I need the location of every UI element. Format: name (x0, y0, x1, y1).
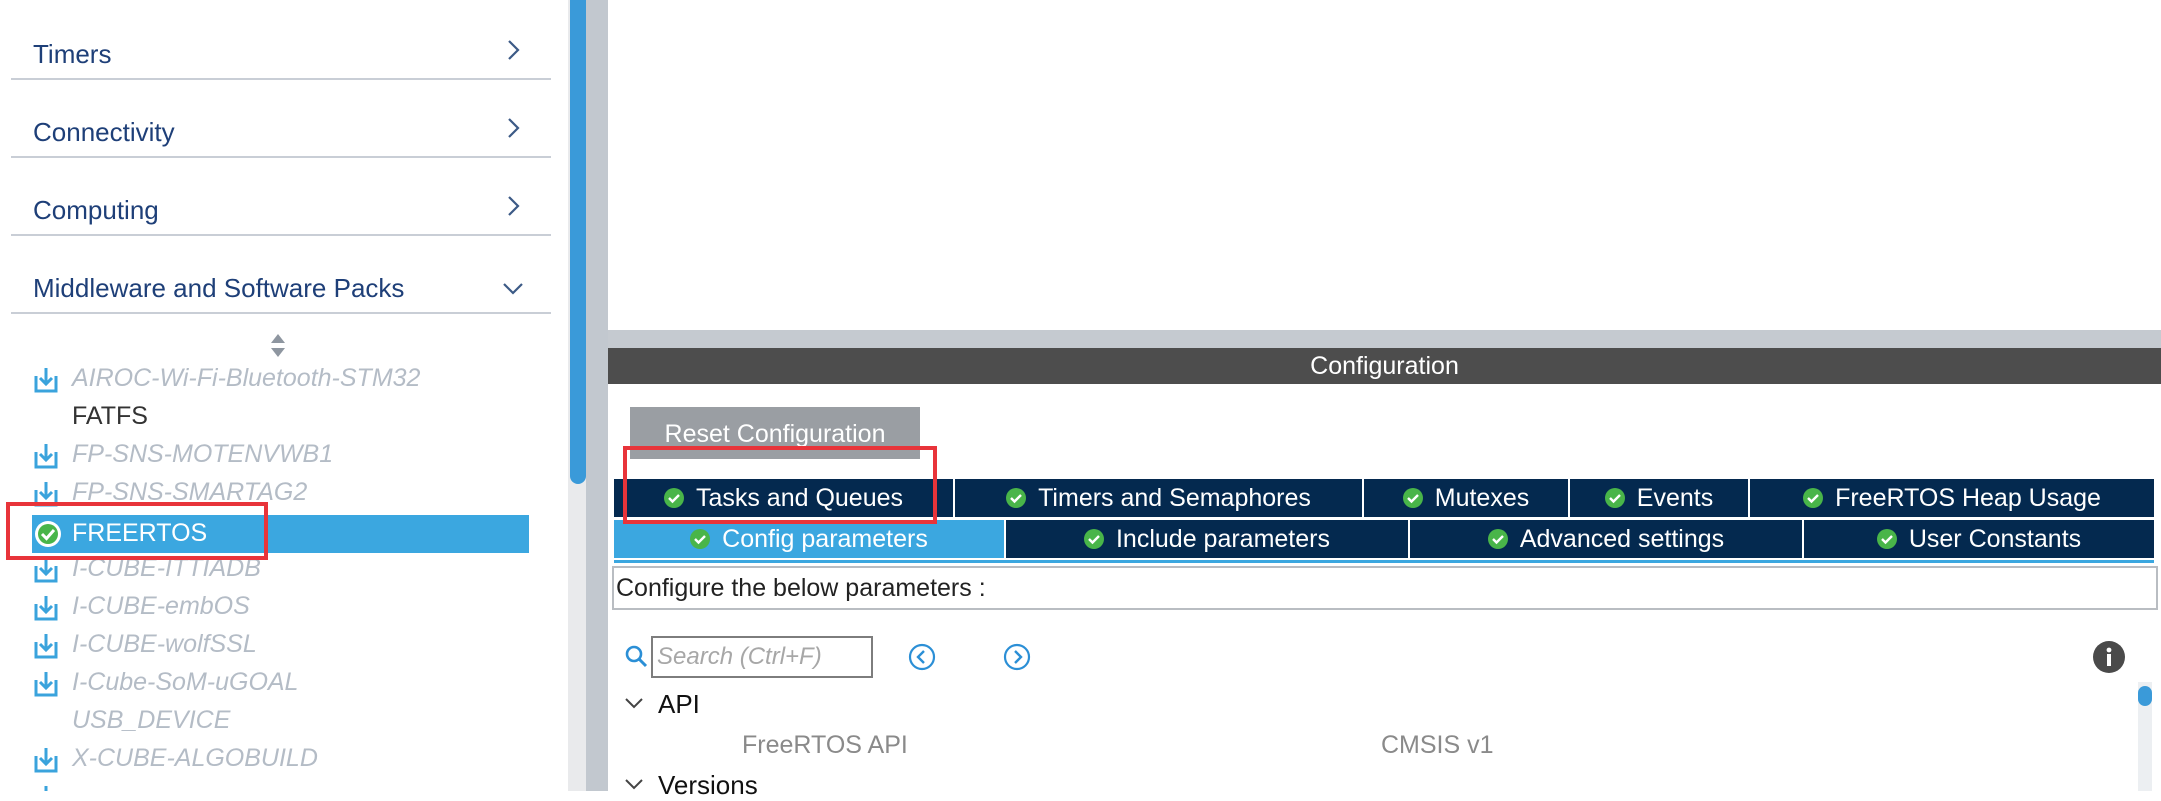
sidebar-scrollbar-thumb[interactable] (570, 0, 586, 484)
download-icon (33, 746, 59, 774)
download-icon (33, 670, 59, 698)
download-icon (33, 594, 59, 622)
next-match-icon[interactable] (1003, 643, 1031, 671)
package-item[interactable]: FP-SNS-MOTENVWB1 (0, 436, 570, 474)
category-computing[interactable]: Computing (11, 156, 551, 236)
tab-label: Config parameters (722, 525, 928, 553)
previous-match-icon[interactable] (908, 643, 936, 671)
package-item[interactable]: USB_DEVICE (0, 702, 570, 740)
chevron-right-icon (501, 38, 525, 62)
mode-canvas (608, 0, 2161, 330)
tab-underline (614, 560, 2154, 563)
search-icon[interactable] (624, 644, 648, 668)
group-label: API (658, 689, 700, 719)
package-item[interactable]: X-CUBE-ALGOBUILD (0, 740, 570, 778)
tab-user-constants[interactable]: User Constants (1804, 520, 2154, 558)
package-label: FP-SNS-MOTENVWB1 (72, 440, 334, 468)
download-icon (33, 632, 59, 660)
tab-label: Advanced settings (1519, 525, 1725, 553)
group-label: Versions (658, 770, 758, 800)
check-circle-icon (1876, 529, 1897, 549)
category-timers[interactable]: Timers (11, 0, 551, 80)
tab-label: Events (1636, 484, 1714, 512)
tab-row-secondary: Config parameters Include parameters Adv… (614, 520, 2154, 558)
chevron-right-icon (501, 194, 525, 218)
check-circle-icon (1803, 488, 1824, 508)
sidebar: Timers Connectivity Computing Middleware… (0, 0, 570, 791)
package-label: I-CUBE-embOS (72, 592, 250, 620)
param-value-freertos-api[interactable]: CMSIS v1 (1381, 731, 1494, 760)
download-icon (33, 784, 59, 791)
package-label: FATFS (72, 402, 148, 430)
info-icon[interactable] (2092, 640, 2126, 674)
highlight-box-freertos (6, 502, 268, 560)
package-item[interactable]: I-CUBE-wolfSSL (0, 626, 570, 664)
check-circle-icon (690, 529, 711, 549)
config-scrollbar-thumb[interactable] (2138, 686, 2152, 706)
category-label: Timers (33, 39, 112, 69)
check-circle-icon (1402, 488, 1423, 508)
package-item[interactable]: AIROC-Wi-Fi-Bluetooth-STM32 (0, 360, 570, 398)
package-item[interactable]: I-Cube-SoM-uGOAL (0, 664, 570, 702)
category-label: Middleware and Software Packs (33, 273, 405, 303)
package-label: I-CUBE-wolfSSL (72, 630, 257, 658)
group-versions[interactable]: Versions (624, 770, 758, 801)
check-circle-icon (1083, 529, 1104, 549)
tab-config-parameters[interactable]: Config parameters (614, 520, 1006, 558)
tab-events[interactable]: Events (1570, 479, 1750, 517)
sort-arrows-icon[interactable] (268, 332, 288, 360)
configuration-header: Configuration (608, 348, 2161, 384)
tab-label: Mutexes (1434, 484, 1530, 512)
parameters-description: Configure the below parameters : (612, 566, 2158, 610)
package-item[interactable]: FATFS (0, 398, 570, 436)
chevron-right-icon (501, 116, 525, 140)
category-label: Connectivity (33, 117, 175, 147)
check-circle-icon (1604, 488, 1625, 508)
tab-timers-and-semaphores[interactable]: Timers and Semaphores (955, 479, 1364, 517)
tab-label: Include parameters (1115, 525, 1330, 553)
param-name-freertos-api: FreeRTOS API (742, 731, 908, 759)
package-label: I-Cube-SoM-uGOAL (72, 668, 299, 696)
tab-advanced-settings[interactable]: Advanced settings (1410, 520, 1804, 558)
group-api[interactable]: API (624, 689, 700, 720)
tab-label: User Constants (1908, 525, 2082, 553)
panel-splitter[interactable] (608, 330, 2161, 348)
category-middleware[interactable]: Middleware and Software Packs (11, 234, 551, 314)
tab-freertos-heap-usage[interactable]: FreeRTOS Heap Usage (1750, 479, 2154, 517)
package-label: X-CUBE-ALGOBUILD (72, 744, 318, 772)
download-icon (33, 442, 59, 470)
tab-mutexes[interactable]: Mutexes (1364, 479, 1570, 517)
tab-label: FreeRTOS Heap Usage (1835, 484, 2101, 512)
download-icon (33, 366, 59, 394)
package-item-partial[interactable] (0, 778, 570, 791)
download-icon (33, 556, 59, 584)
highlight-box-tasks-and-queues (623, 446, 937, 524)
package-item[interactable]: I-CUBE-embOS (0, 588, 570, 626)
chevron-down-icon (501, 276, 525, 300)
tab-label: Timers and Semaphores (1038, 484, 1311, 512)
chevron-down-icon (624, 689, 644, 709)
package-label: AIROC-Wi-Fi-Bluetooth-STM32 (72, 364, 421, 392)
search-input[interactable] (651, 636, 873, 678)
category-label: Computing (33, 195, 159, 225)
chevron-down-icon (624, 770, 644, 790)
check-circle-icon (1006, 488, 1027, 508)
check-circle-icon (1487, 529, 1508, 549)
package-label: USB_DEVICE (72, 706, 231, 734)
panel-divider[interactable] (586, 0, 608, 791)
tab-include-parameters[interactable]: Include parameters (1006, 520, 1410, 558)
category-connectivity[interactable]: Connectivity (11, 78, 551, 158)
